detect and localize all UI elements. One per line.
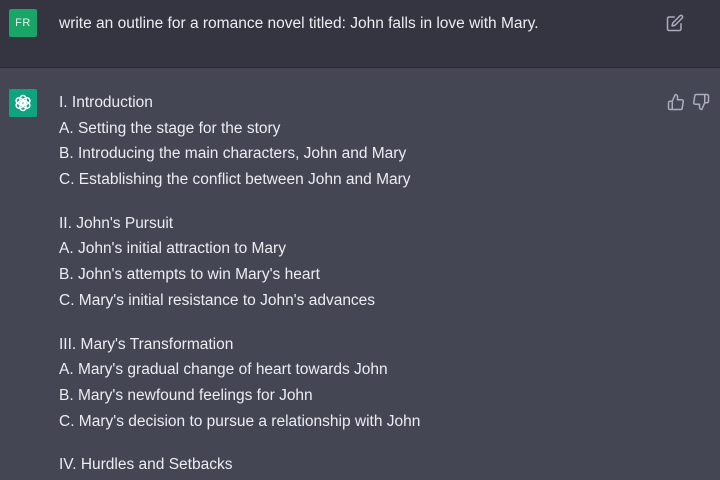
outline-item: A. Setting the stage for the story [59, 119, 281, 137]
assistant-response: I. Introduction A. Setting the stage for… [59, 92, 649, 480]
section-heading: IV. Hurdles and Setbacks [59, 456, 233, 474]
outline-item: C. Mary's decision to pursue a relations… [59, 412, 421, 430]
thumbs-up-icon[interactable] [667, 93, 685, 111]
assistant-message-row: I. Introduction A. Setting the stage for… [0, 68, 720, 480]
outline-item: C. Mary's initial resistance to John's a… [59, 291, 376, 309]
outline-section: I. Introduction A. Setting the stage for… [59, 92, 649, 195]
section-heading: I. Introduction [59, 94, 153, 111]
outline-item: A. John's initial attraction to Mary [59, 240, 286, 258]
outline-item: B. Introducing the main characters, John… [59, 145, 407, 163]
outline-section: II. John's Pursuit A. John's initial att… [59, 213, 649, 316]
edit-icon[interactable] [666, 14, 684, 32]
user-avatar: FR [9, 9, 37, 37]
user-prompt-text: write an outline for a romance novel tit… [59, 15, 539, 32]
outline-section: III. Mary's Transformation A. Mary's gra… [59, 334, 649, 437]
outline-item: A. Mary's gradual change of heart toward… [59, 361, 388, 379]
user-message-row: FR write an outline for a romance novel … [0, 0, 720, 68]
outline-item: B. Mary's newfound feelings for John [59, 386, 313, 404]
section-heading: III. Mary's Transformation [59, 335, 234, 353]
outline-section: IV. Hurdles and Setbacks [59, 454, 649, 480]
section-heading: II. John's Pursuit [59, 214, 174, 232]
thumbs-down-icon[interactable] [692, 93, 710, 111]
chat-page: FR write an outline for a romance novel … [0, 0, 720, 480]
outline-item: B. John's attempts to win Mary's heart [59, 266, 320, 284]
openai-logo-icon [9, 89, 37, 117]
outline-item: C. Establishing the conflict between Joh… [59, 171, 411, 189]
